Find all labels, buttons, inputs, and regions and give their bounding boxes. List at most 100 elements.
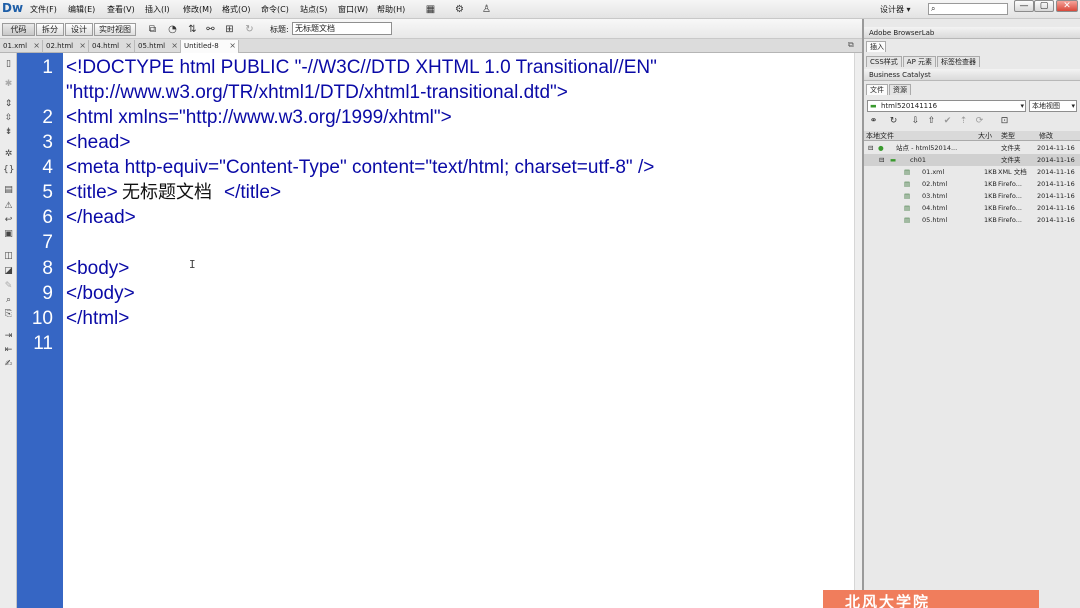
info-bar-icon[interactable]: ▣	[3, 229, 14, 240]
code-line[interactable]: </body>	[66, 281, 135, 306]
tab-tag-inspector[interactable]: 标签检查器	[937, 56, 981, 67]
code-line[interactable]: </html>	[66, 306, 129, 331]
maximize-button[interactable]: ▢	[1034, 0, 1054, 12]
check-page-icon[interactable]: ⚯	[204, 23, 217, 36]
outdent-code-icon[interactable]: ⇤	[3, 345, 14, 356]
collapse-selection-icon[interactable]: ⇳	[3, 113, 14, 124]
get-files-icon[interactable]: ⇩	[910, 116, 921, 127]
sync-icon[interactable]: ⟳	[974, 116, 985, 127]
expand-panel-icon[interactable]: ⊡	[999, 116, 1010, 127]
tab-untitled-8[interactable]: Untitled-8 ×	[181, 40, 239, 53]
word-wrap-icon[interactable]: ↩	[3, 215, 14, 226]
collapse-icon[interactable]: ⊟	[868, 142, 873, 154]
wrap-tag-icon[interactable]: ✎	[3, 281, 14, 292]
menu-insert[interactable]: 插入(I)	[145, 3, 170, 16]
preview-browser-icon[interactable]: ◔	[166, 23, 179, 36]
expand-all-icon[interactable]: ⇟	[3, 127, 14, 138]
collapse-tag-icon[interactable]: ⇕	[3, 99, 14, 110]
menu-edit[interactable]: 编辑(E)	[68, 3, 95, 16]
file-row[interactable]: ⊟ ● 站点 - html52014... 文件夹 2014-11-16	[864, 142, 1080, 154]
file-row[interactable]: ▤ 04.html 1KB Firefo... 2014-11-16	[864, 202, 1080, 214]
browserlab-panel-header[interactable]: Adobe BrowserLab	[864, 27, 1080, 39]
open-documents-icon[interactable]: ▯	[3, 59, 14, 70]
tab-css-styles[interactable]: CSS样式	[866, 56, 902, 67]
code-line[interactable]: <body>	[66, 256, 129, 281]
code-line[interactable]: <meta http-equiv="Content-Type" content=…	[66, 155, 654, 180]
format-source-icon[interactable]: ✍	[3, 359, 14, 370]
code-line[interactable]: <head>	[66, 130, 130, 155]
menu-site[interactable]: 站点(S)	[300, 3, 327, 16]
refresh-icon[interactable]: ↻	[243, 23, 256, 36]
code-view-button[interactable]: 代码	[2, 23, 35, 36]
insert-panel-tab[interactable]: 插入	[866, 41, 886, 52]
site-select[interactable]: ▬ html520141116 ▾	[867, 100, 1026, 112]
menu-modify[interactable]: 修改(M)	[183, 3, 212, 16]
menu-format[interactable]: 格式(O)	[222, 3, 251, 16]
put-files-icon[interactable]: ⇧	[926, 116, 937, 127]
line-numbers-icon[interactable]: ▤	[3, 185, 14, 196]
document-title-input[interactable]: 无标题文档	[292, 22, 392, 35]
tab-04-html[interactable]: 04.html ×	[89, 40, 135, 53]
restore-document-icon[interactable]: ⧉	[848, 40, 854, 50]
menu-view[interactable]: 查看(V)	[107, 3, 135, 16]
code-title-text[interactable]: 无标题文档	[122, 180, 212, 205]
split-view-button[interactable]: 拆分	[36, 23, 64, 36]
tab-assets[interactable]: 资源	[889, 84, 911, 95]
col-local-files[interactable]: 本地文件	[866, 131, 894, 141]
live-view-button[interactable]: 实时视图	[94, 23, 136, 36]
connect-icon[interactable]: ⚭	[868, 116, 879, 127]
gear-icon[interactable]: ⚙	[453, 3, 466, 16]
code-line[interactable]: <title>	[66, 180, 118, 205]
layout-icon[interactable]: ▦	[424, 3, 437, 16]
code-vertical-scrollbar[interactable]	[854, 53, 862, 608]
close-tab-icon[interactable]: ×	[79, 40, 86, 52]
close-tab-icon[interactable]: ×	[33, 40, 40, 52]
tab-ap-elements[interactable]: AP 元素	[902, 56, 937, 67]
highlight-invalid-icon[interactable]: ⚠	[3, 201, 14, 212]
visual-aids-icon[interactable]: ⊞	[223, 23, 236, 36]
apply-comment-icon[interactable]: ◫	[3, 251, 14, 262]
file-row[interactable]: ⊟ ▬ ch01 文件夹 2014-11-16	[864, 154, 1080, 166]
code-line[interactable]: "http://www.w3.org/TR/xhtml1/DTD/xhtml1-…	[66, 80, 568, 105]
file-row[interactable]: ▤ 01.xml 1KB XML 文档 2014-11-16	[864, 166, 1080, 178]
tab-02-html[interactable]: 02.html ×	[43, 40, 89, 53]
close-button[interactable]: ✕	[1056, 0, 1078, 12]
col-modified[interactable]: 修改	[1039, 131, 1053, 141]
menu-command[interactable]: 命令(C)	[261, 3, 289, 16]
tab-01-xml[interactable]: 01.xml ×	[0, 40, 43, 53]
menu-help[interactable]: 帮助(H)	[377, 3, 405, 16]
tab-files[interactable]: 文件	[866, 84, 888, 95]
search-input[interactable]: ⌕	[928, 3, 1008, 15]
code-line[interactable]: <!DOCTYPE html PUBLIC "-//W3C//DTD XHTML…	[66, 55, 657, 80]
multiscreen-icon[interactable]: ⧉	[146, 23, 159, 36]
remove-comment-icon[interactable]: ◪	[3, 266, 14, 277]
collapse-icon[interactable]: ⊟	[879, 154, 884, 166]
view-select[interactable]: 本地视图 ▾	[1029, 100, 1077, 112]
col-size[interactable]: 大小	[978, 131, 992, 141]
recent-snippets-icon[interactable]: ⌕	[3, 295, 14, 306]
col-type[interactable]: 类型	[1001, 131, 1015, 141]
check-out-icon[interactable]: ✔	[942, 116, 953, 127]
indent-code-icon[interactable]: ⇥	[3, 331, 14, 342]
file-management-icon[interactable]: ⇅	[186, 23, 199, 36]
select-parent-tag-icon[interactable]: ✲	[3, 149, 14, 160]
code-editor[interactable]	[63, 53, 854, 608]
minimize-button[interactable]: —	[1014, 0, 1034, 12]
user-icon[interactable]: ♙	[480, 3, 493, 16]
check-in-icon[interactable]: ⇡	[958, 116, 969, 127]
tab-05-html[interactable]: 05.html ×	[135, 40, 181, 53]
close-tab-icon[interactable]: ×	[125, 40, 132, 52]
close-tab-icon[interactable]: ×	[171, 40, 178, 52]
design-view-button[interactable]: 设计	[65, 23, 93, 36]
workspace-switcher[interactable]: 设计器 ▾	[880, 3, 911, 16]
balance-braces-icon[interactable]: {}	[3, 165, 14, 176]
refresh-icon[interactable]: ↻	[888, 116, 899, 127]
code-line[interactable]: <html xmlns="http://www.w3.org/1999/xhtm…	[66, 105, 452, 130]
show-code-navigator-icon[interactable]: ✱	[3, 79, 14, 90]
business-catalyst-header[interactable]: Business Catalyst	[864, 69, 1080, 81]
menu-file[interactable]: 文件(F)	[30, 3, 57, 16]
code-line[interactable]: </head>	[66, 205, 136, 230]
file-row[interactable]: ▤ 03.html 1KB Firefo... 2014-11-16	[864, 190, 1080, 202]
file-row[interactable]: ▤ 05.html 1KB Firefo... 2014-11-16	[864, 214, 1080, 226]
menu-window[interactable]: 窗口(W)	[338, 3, 368, 16]
